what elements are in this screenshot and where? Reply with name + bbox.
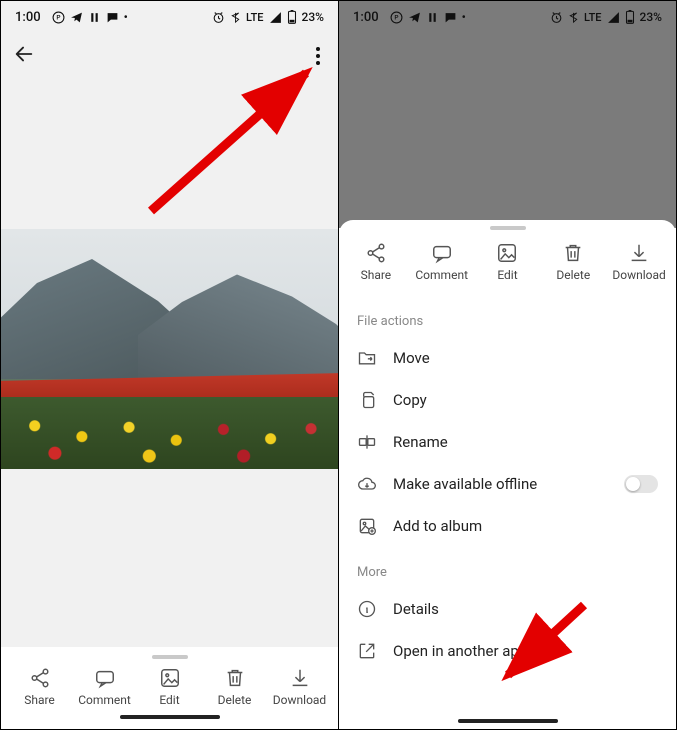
open-external-icon [357,641,377,661]
move-item[interactable]: Move [339,337,676,379]
notif-icon-1: P [390,11,403,24]
photo-viewer[interactable] [1,79,338,647]
cloud-download-icon [357,474,377,494]
back-button[interactable] [13,43,35,70]
dot-icon: • [124,10,128,24]
bottom-sheet: Share Comment Edit Delete Download [339,220,676,729]
edit-label: Edit [159,693,179,707]
comment-label: Comment [415,268,468,282]
edit-icon [159,667,181,689]
battery-percent: 23% [640,10,662,24]
status-bar: 1:00 P • LTE 23% [339,1,676,33]
dimmed-background[interactable] [339,33,676,228]
clock: 1:00 [15,10,41,25]
chat-icon [444,11,457,24]
edit-icon [496,242,518,264]
nav-home-pill[interactable] [120,715,220,719]
share-icon [365,242,387,264]
download-button[interactable]: Download [272,667,328,707]
comment-icon [431,242,453,264]
download-label: Download [273,693,326,707]
delete-label: Delete [218,693,252,707]
svg-text:P: P [56,13,60,21]
bottom-action-bar: Share Comment Edit Delete Download [1,647,338,729]
delete-button[interactable]: Delete [545,242,601,282]
telegram-icon [408,11,421,24]
right-screen: 1:00 P • LTE 23% Share [339,1,676,729]
sheet-handle[interactable] [152,655,188,659]
details-label: Details [393,600,439,618]
rename-label: Rename [393,433,448,451]
copy-item[interactable]: Copy [339,379,676,421]
status-bar: 1:00 P • LTE 23% [1,1,338,33]
offline-toggle[interactable] [624,475,658,493]
bluetooth-icon [568,11,579,24]
comment-label: Comment [78,693,131,707]
chat-icon [106,11,119,24]
comment-button[interactable]: Comment [77,667,133,707]
delete-button[interactable]: Delete [207,667,263,707]
overflow-menu-button[interactable] [310,41,326,71]
copy-label: Copy [393,391,427,409]
section-file-actions: File actions [339,296,676,337]
move-icon [357,348,377,368]
pause-icon [426,11,439,24]
bluetooth-icon [230,11,241,24]
add-album-item[interactable]: Add to album [339,505,676,547]
download-icon [628,242,650,264]
app-header [1,33,338,79]
notif-icon-1: P [52,11,65,24]
pause-icon [88,11,101,24]
comment-button[interactable]: Comment [414,242,470,282]
network-label: LTE [246,11,264,24]
edit-button[interactable]: Edit [142,667,198,707]
rename-item[interactable]: Rename [339,421,676,463]
edit-label: Edit [497,268,517,282]
battery-icon [625,10,635,24]
signal-icon [607,11,620,24]
battery-icon [287,10,297,24]
download-icon [289,667,311,689]
add-album-label: Add to album [393,517,482,535]
share-label: Share [24,693,55,707]
open-other-item[interactable]: Open in another app [339,630,676,672]
delete-label: Delete [556,268,590,282]
share-button[interactable]: Share [12,667,68,707]
delete-icon [562,242,584,264]
dot-icon: • [462,10,466,24]
nav-home-pill[interactable] [458,719,558,723]
open-other-label: Open in another app [393,642,527,660]
share-button[interactable]: Share [348,242,404,282]
alarm-icon [550,11,563,24]
left-screen: 1:00 P • LTE 23% [1,1,339,729]
share-icon [29,667,51,689]
add-album-icon [357,516,377,536]
network-label: LTE [584,11,602,24]
battery-percent: 23% [302,10,324,24]
info-icon [357,599,377,619]
move-label: Move [393,349,430,367]
details-item[interactable]: Details [339,588,676,630]
comment-icon [94,667,116,689]
offline-label: Make available offline [393,475,537,493]
offline-item[interactable]: Make available offline [339,463,676,505]
alarm-icon [212,11,225,24]
svg-text:P: P [394,13,398,21]
telegram-icon [70,11,83,24]
rename-icon [357,432,377,452]
download-label: Download [612,268,665,282]
download-button[interactable]: Download [611,242,667,282]
clock: 1:00 [353,10,379,25]
signal-icon [269,11,282,24]
share-label: Share [361,268,392,282]
photo-content [1,229,338,469]
section-more: More [339,547,676,588]
delete-icon [224,667,246,689]
copy-icon [357,390,377,410]
edit-button[interactable]: Edit [479,242,535,282]
sheet-handle[interactable] [490,226,526,230]
